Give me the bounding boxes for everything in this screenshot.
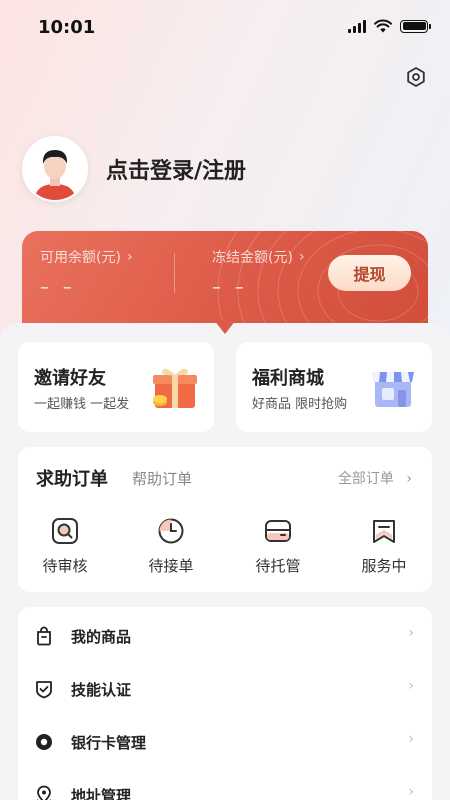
shield-check-icon: [36, 681, 52, 699]
menu-item-label: 银行卡管理: [71, 734, 147, 752]
clock-icon: [158, 518, 184, 544]
menu-item-bank-card-management[interactable]: 银行卡管理 ›: [18, 715, 432, 768]
signal-icon: [348, 19, 366, 33]
chevron-right-icon: ›: [408, 784, 414, 800]
order-status-label: 待审核: [42, 557, 88, 575]
all-orders-label: 全部订单: [337, 471, 394, 487]
order-status-awaiting-acceptance[interactable]: 待接单: [131, 517, 211, 576]
menu-list: 我的商品 › 技能认证 › 银行卡管理 › 地址管理 ›: [18, 607, 432, 800]
store-icon: [372, 372, 414, 407]
frozen-balance-label: 冻结金额(元): [212, 250, 293, 266]
promo-subtitle: 一起赚钱 一起发: [34, 397, 130, 412]
help-orders-title[interactable]: 求助订单: [36, 465, 108, 491]
location-icon: [37, 785, 51, 800]
bookmark-icon: [373, 520, 395, 543]
order-status-label: 待接单: [148, 557, 194, 575]
wallet-icon: [265, 520, 291, 542]
status-bar: 10:01: [0, 0, 450, 54]
available-balance-value: – –: [40, 277, 76, 298]
promo-subtitle: 好商品 限时抢购: [252, 397, 348, 412]
menu-item-label: 我的商品: [71, 628, 132, 646]
order-status-label: 待托管: [255, 557, 301, 575]
menu-item-skill-certification[interactable]: 技能认证 ›: [18, 662, 432, 715]
chevron-right-icon: ›: [408, 678, 414, 694]
gift-icon: [153, 368, 197, 408]
avatar[interactable]: [22, 136, 88, 202]
order-status-awaiting-escrow[interactable]: 待托管: [238, 517, 318, 576]
status-icons: [348, 19, 431, 33]
chevron-right-icon: ›: [126, 249, 133, 265]
promo-invite-friends[interactable]: 邀请好友 一起赚钱 一起发: [18, 342, 214, 432]
menu-item-address-management[interactable]: 地址管理 ›: [18, 768, 432, 800]
all-orders-link[interactable]: 全部订单 ›: [338, 468, 412, 488]
chevron-right-icon: ›: [408, 625, 414, 641]
promo-title: 福利商城: [252, 368, 324, 389]
order-status-pending-review[interactable]: 待审核: [25, 517, 105, 576]
menu-item-label: 技能认证: [71, 681, 132, 699]
avatar-icon: [24, 138, 86, 200]
frozen-balance[interactable]: 冻结金额(元) › – –: [212, 247, 305, 298]
order-status-in-service[interactable]: 服务中: [344, 517, 424, 576]
wifi-icon: [374, 19, 392, 33]
tab-assist-orders[interactable]: 帮助订单: [132, 468, 192, 489]
login-register-link[interactable]: 点击登录/注册: [106, 153, 246, 185]
chevron-right-icon: ›: [408, 731, 414, 747]
withdraw-button[interactable]: 提现: [328, 255, 411, 291]
promo-title: 邀请好友: [34, 368, 106, 389]
menu-item-my-products[interactable]: 我的商品 ›: [18, 609, 432, 662]
chevron-right-icon: ›: [298, 249, 305, 265]
order-status-label: 服务中: [361, 557, 407, 575]
status-time: 10:01: [38, 17, 96, 38]
frozen-balance-value: – –: [212, 277, 248, 298]
settings-icon[interactable]: [405, 66, 427, 88]
help-orders-card: 求助订单 帮助订单 全部订单 › 待审核 待接单 待托管 服务中: [18, 447, 432, 592]
menu-item-label: 地址管理: [71, 787, 132, 800]
available-balance-label: 可用余额(元): [40, 250, 121, 266]
promo-welfare-mall[interactable]: 福利商城 好商品 限时抢购: [236, 342, 432, 432]
card-icon: [36, 734, 52, 750]
available-balance[interactable]: 可用余额(元) › – –: [40, 247, 133, 298]
search-doc-icon: [52, 518, 78, 544]
battery-icon: [400, 19, 431, 33]
chevron-right-icon: ›: [406, 471, 412, 487]
bag-icon: [37, 626, 51, 646]
divider: [174, 253, 175, 293]
